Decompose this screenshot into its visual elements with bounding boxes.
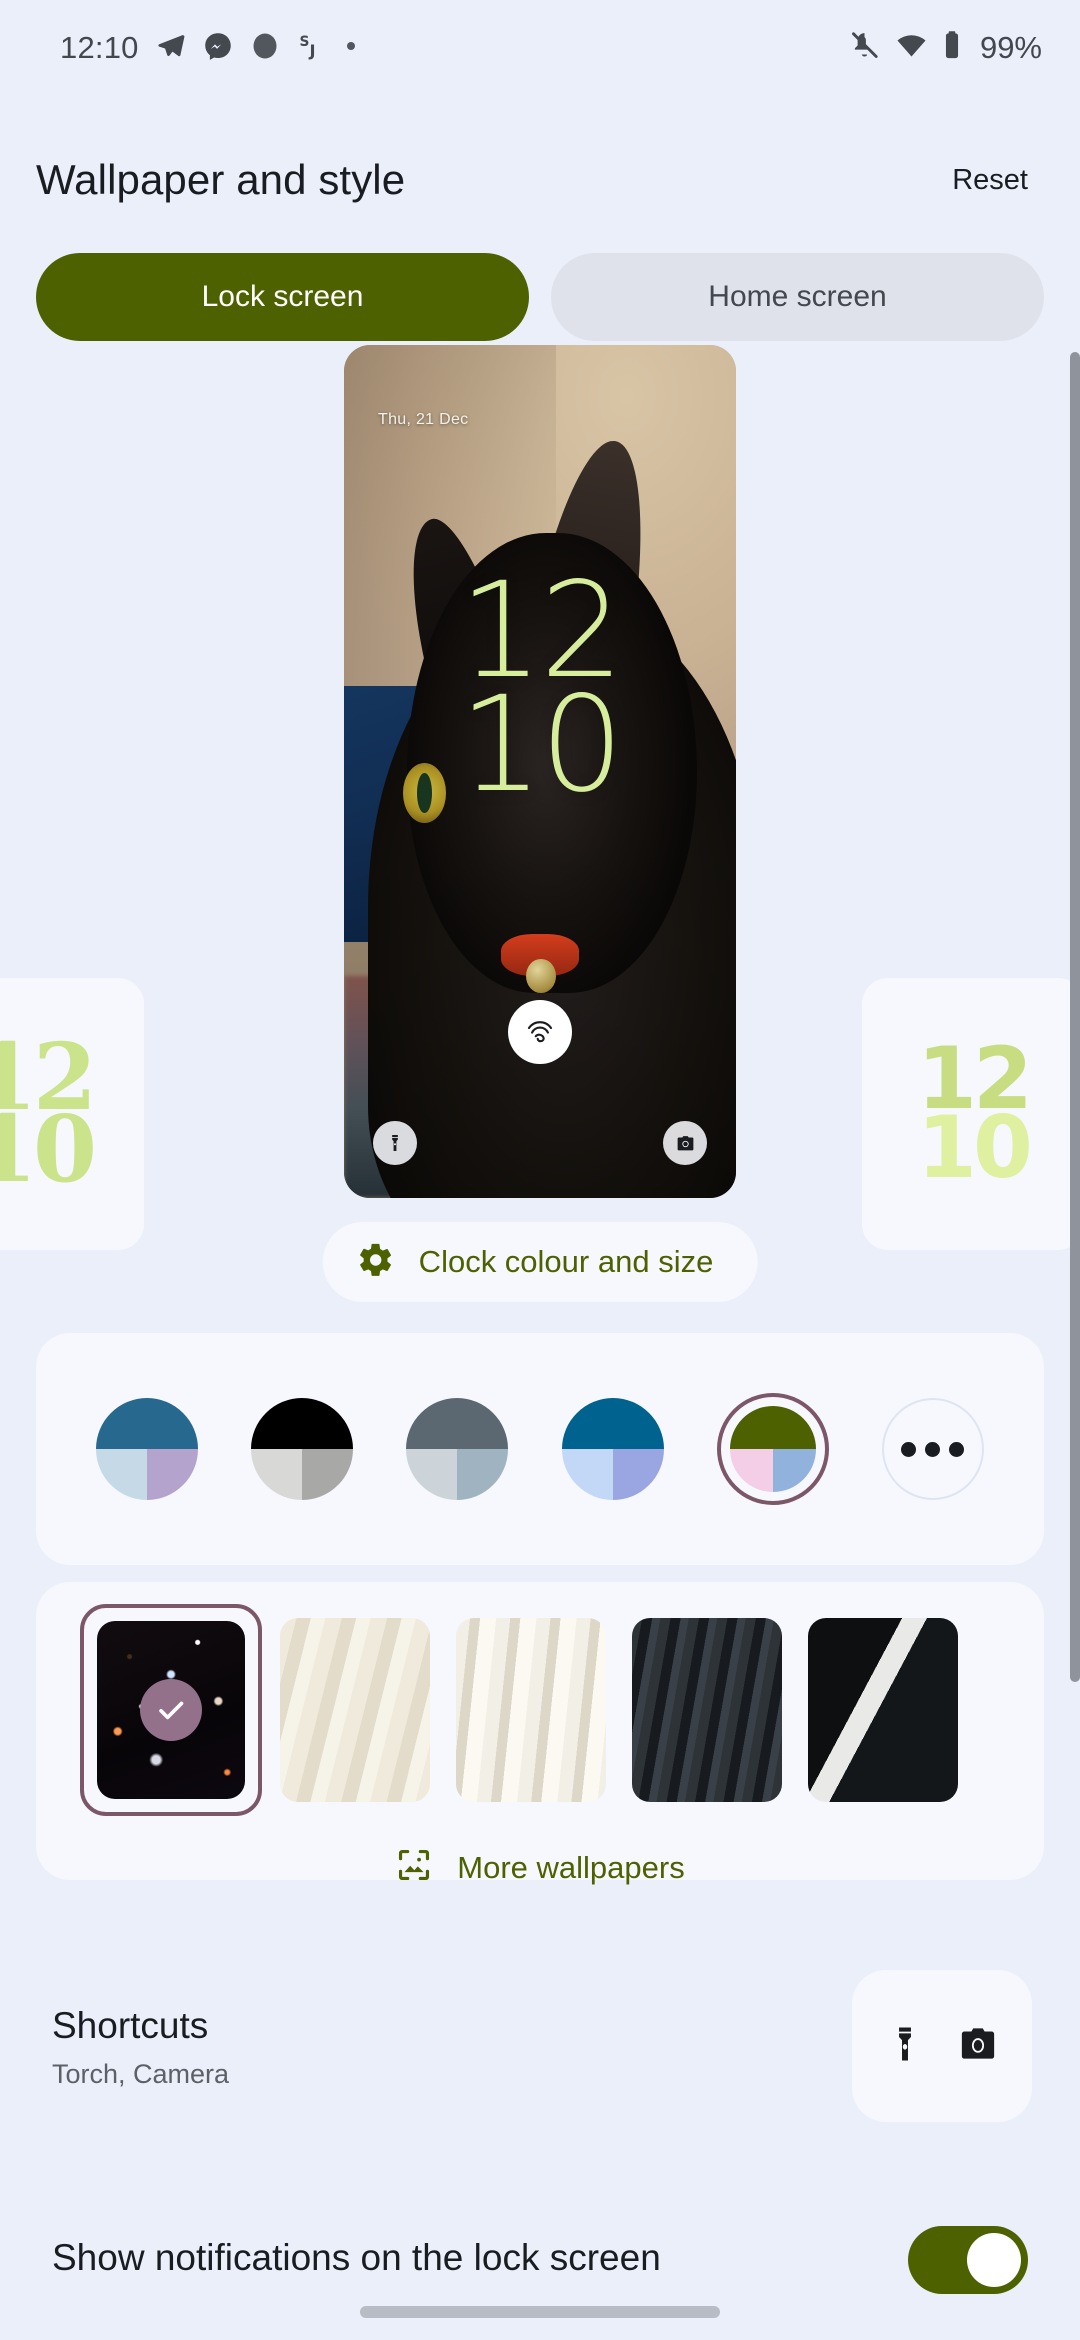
- preview-clock-minute: 10: [459, 667, 624, 822]
- color-swatch-olive-selected[interactable]: [716, 1393, 829, 1505]
- wallpaper-thumbnail-black-white-feathers[interactable]: [808, 1618, 958, 1802]
- fingerprint-icon[interactable]: [508, 1000, 572, 1064]
- gear-icon: [357, 1241, 395, 1284]
- show-notifications-toggle[interactable]: [908, 2226, 1028, 2294]
- wallpaper-thumbnail-dark-feathers[interactable]: [632, 1618, 782, 1802]
- preview-camera-shortcut[interactable]: [663, 1121, 707, 1165]
- telegram-icon: [156, 31, 186, 66]
- more-colors-icon[interactable]: [881, 1398, 984, 1500]
- toggle-knob: [967, 2233, 1021, 2287]
- wallpaper-thumbnail-white-feathers[interactable]: [456, 1618, 606, 1802]
- preview-date-label: Thu, 21 Dec: [378, 411, 469, 428]
- reset-button[interactable]: Reset: [940, 156, 1040, 205]
- wallpaper-thumbnail-galaxy-selected[interactable]: [80, 1604, 262, 1816]
- shortcuts-row[interactable]: Shortcuts Torch, Camera: [52, 2005, 229, 2090]
- overflow-dot-icon: [344, 39, 358, 58]
- color-swatch-black[interactable]: [251, 1398, 354, 1500]
- status-bar-right: 99%: [848, 29, 1042, 67]
- clock-colour-and-size-label: Clock colour and size: [418, 1244, 714, 1279]
- clock-style-preview-left[interactable]: 12 10: [0, 978, 144, 1250]
- side-preview-clock-left: 12 10: [0, 1023, 97, 1203]
- more-wallpapers-label: More wallpapers: [457, 1849, 685, 1885]
- messenger-icon: [203, 31, 233, 66]
- battery-percent-label: 99%: [979, 30, 1042, 65]
- tab-home-screen[interactable]: Home screen: [551, 253, 1044, 341]
- wallpaper-thumbnail-list: [36, 1604, 1044, 1816]
- torch-icon: [884, 2023, 926, 2070]
- clock-style-preview-right[interactable]: 12 10: [862, 978, 1080, 1250]
- wallpaper-and-style-screen: 12:10 SJ 99% Wallpaper and style Reset L…: [0, 0, 1080, 2340]
- ringer-muted-icon: [848, 29, 881, 67]
- image-icon: [395, 1846, 433, 1889]
- lock-screen-preview[interactable]: Thu, 21 Dec 12 10: [344, 345, 736, 1198]
- color-swatch-teal[interactable]: [96, 1398, 198, 1500]
- camera-icon: [956, 2022, 1000, 2071]
- preview-clock: 12 10: [344, 565, 736, 822]
- shortcuts-preview-card[interactable]: [852, 1970, 1032, 2122]
- wallpaper-thumbnail-cream-feathers[interactable]: [280, 1618, 430, 1802]
- wifi-icon: [895, 29, 928, 67]
- shortcuts-subtitle: Torch, Camera: [52, 2059, 230, 2089]
- preview-torch-shortcut[interactable]: [373, 1121, 417, 1165]
- tab-lock-screen[interactable]: Lock screen: [36, 253, 529, 341]
- screen-type-tabs: Lock screen Home screen: [36, 253, 1044, 341]
- navigation-handle[interactable]: [360, 2306, 720, 2318]
- preview-carousel: 12 10 12 10 Thu, 21 Dec 12 10: [0, 345, 1080, 1250]
- svg-text:S: S: [299, 34, 309, 50]
- more-wallpapers-button[interactable]: More wallpapers: [36, 1846, 1044, 1889]
- show-notifications-label: Show notifications on the lock screen: [52, 2237, 661, 2278]
- color-swatch-slate[interactable]: [406, 1398, 509, 1500]
- wallpapers-card: More wallpapers: [36, 1582, 1044, 1885]
- svg-text:J: J: [308, 41, 315, 60]
- check-icon: [140, 1679, 202, 1741]
- status-bar-left: 12:10 SJ: [60, 30, 358, 66]
- status-bar: 12:10 SJ 99%: [0, 0, 1080, 96]
- page-title: Wallpaper and style: [36, 156, 406, 203]
- sj-app-icon: SJ: [297, 31, 327, 66]
- side-preview-clock-right: 12 10: [917, 1029, 1033, 1198]
- color-swatch-blue[interactable]: [561, 1398, 664, 1500]
- status-bar-clock: 12:10: [60, 30, 139, 65]
- page-header: Wallpaper and style Reset: [0, 135, 1080, 225]
- color-swatches-card: [36, 1333, 1044, 1565]
- shortcuts-title: Shortcuts: [52, 2005, 209, 2046]
- clock-colour-and-size-button[interactable]: Clock colour and size: [322, 1222, 758, 1302]
- circle-notification-icon: [250, 31, 280, 66]
- battery-icon: [942, 29, 962, 67]
- page-scrollbar[interactable]: [1070, 352, 1080, 1682]
